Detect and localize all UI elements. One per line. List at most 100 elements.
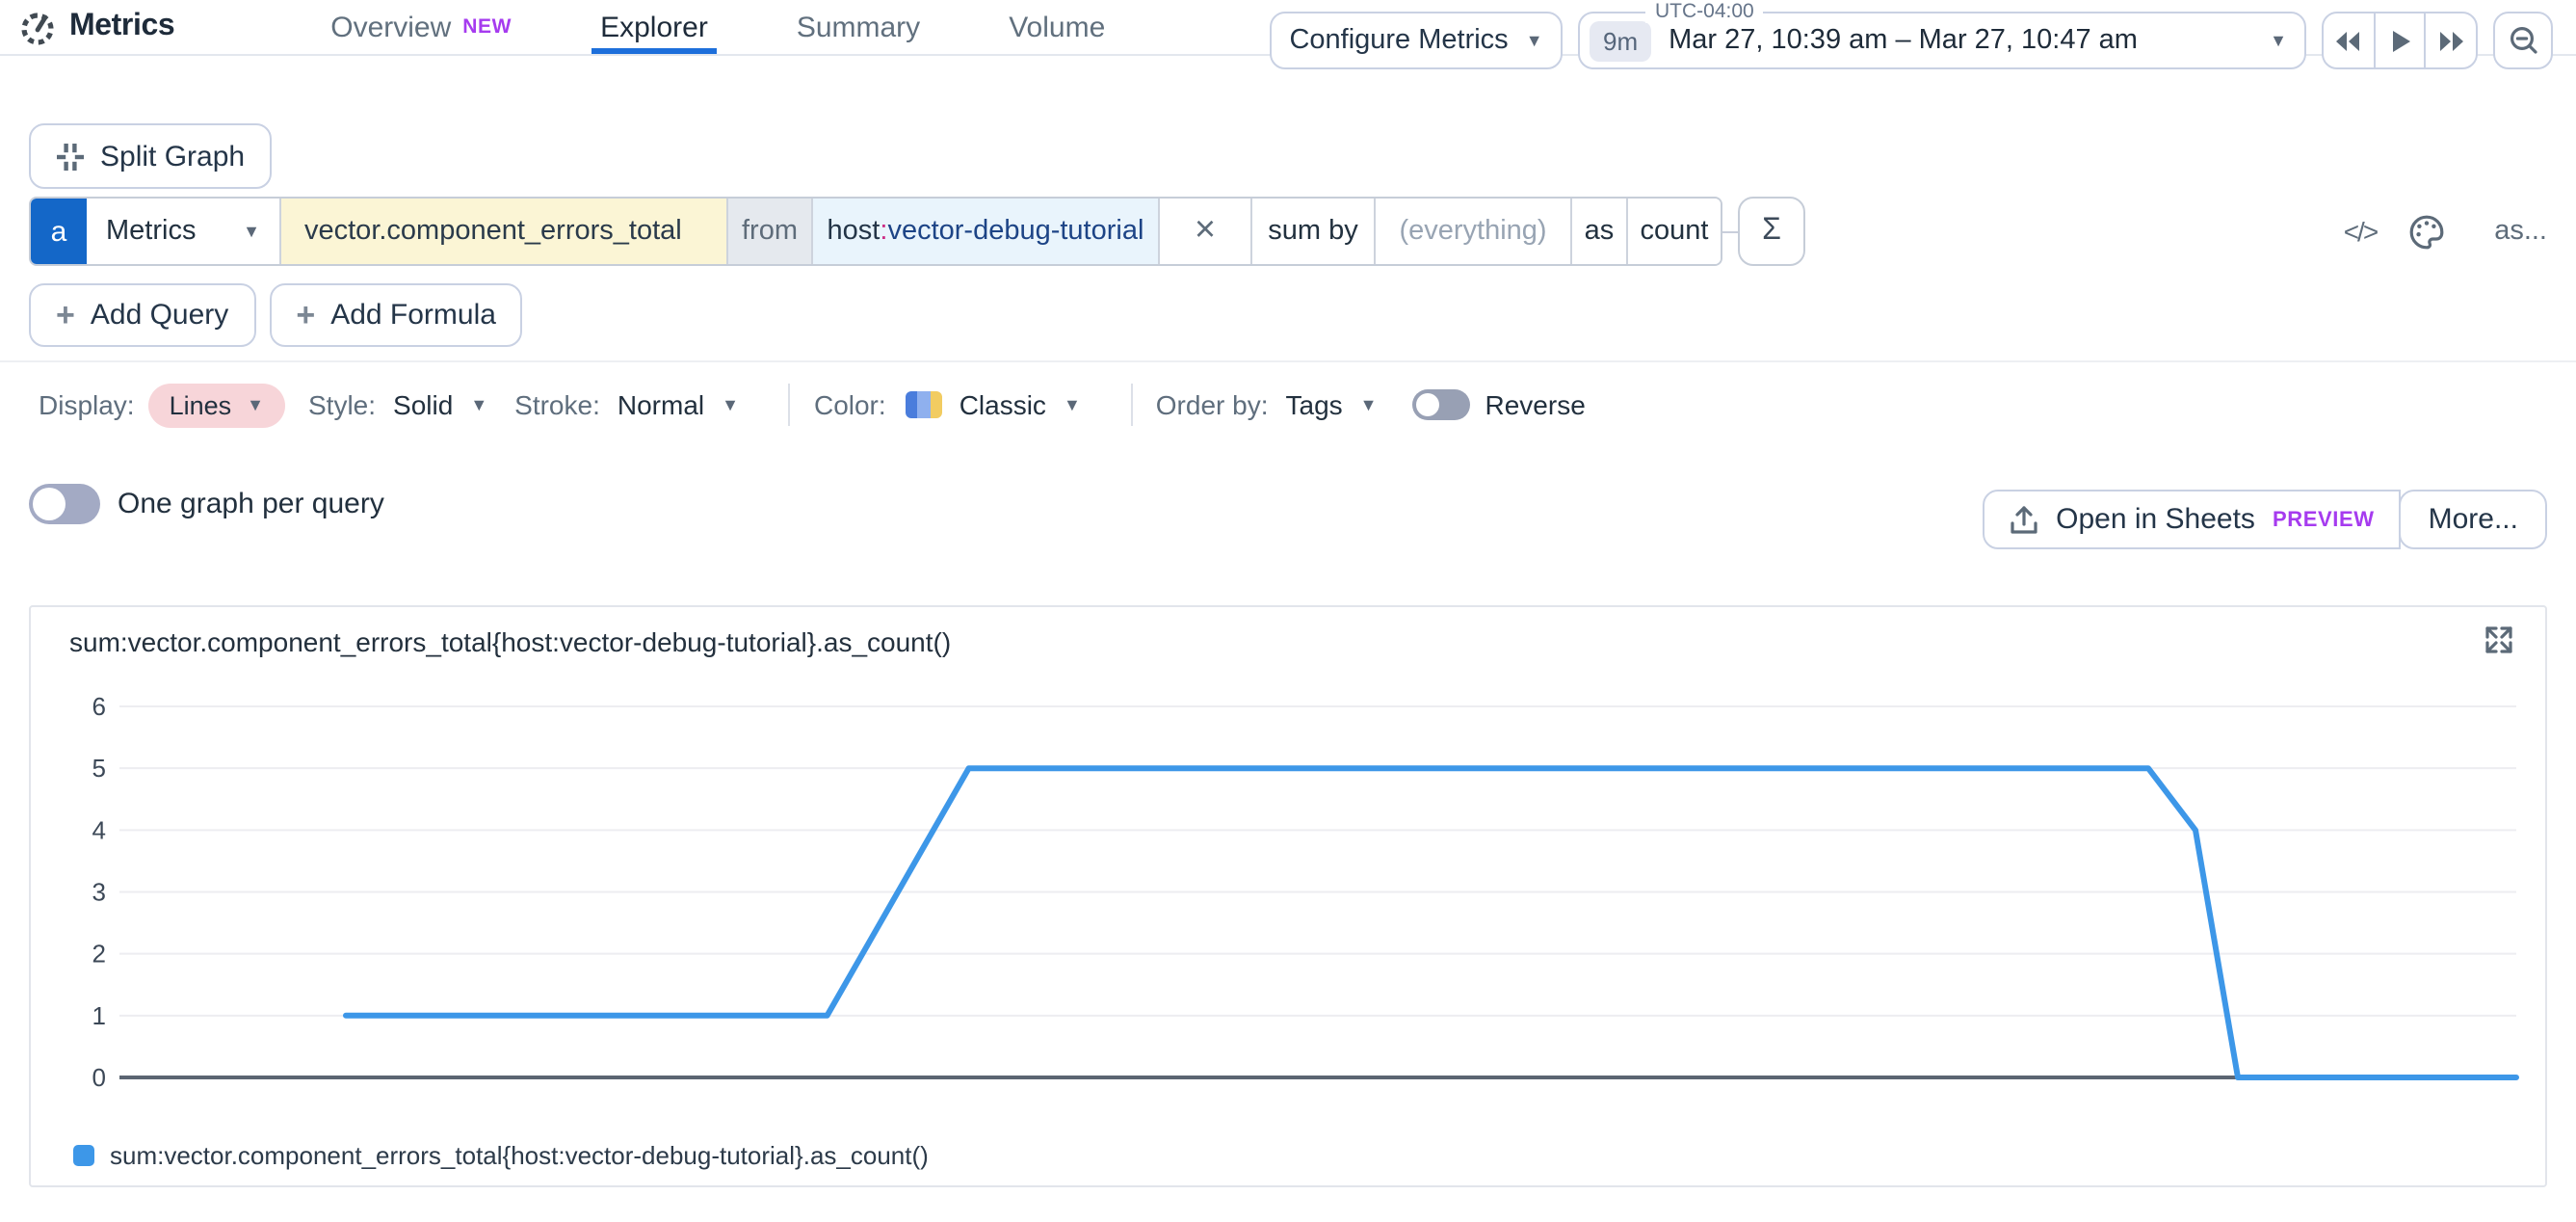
play-icon	[2388, 28, 2411, 53]
shift-forward-button[interactable]	[2427, 13, 2476, 67]
metric-name-input[interactable]: vector.component_errors_total	[281, 199, 728, 264]
time-shift-controls	[2322, 12, 2478, 69]
one-graph-row: One graph per query	[29, 484, 384, 524]
palette-swatch	[906, 391, 942, 418]
metrics-logo: Metrics	[19, 9, 174, 45]
query-connector	[1722, 230, 1738, 232]
chart-title: sum:vector.component_errors_total{host:v…	[69, 626, 951, 657]
chevron-down-icon: ▼	[1526, 32, 1543, 49]
section-divider	[0, 360, 2576, 362]
query-builder-row: a Metrics ▼ vector.component_errors_tota…	[29, 197, 1805, 266]
add-query-button[interactable]: + Add Query	[29, 283, 255, 347]
play-button[interactable]	[2375, 13, 2426, 67]
order-by-label: Order by:	[1156, 389, 1269, 420]
rewind-icon	[2334, 28, 2363, 53]
export-icon	[2010, 504, 2038, 535]
vertical-divider	[1131, 384, 1133, 426]
open-in-sheets-button[interactable]: Open in Sheets PREVIEW	[1983, 490, 2402, 549]
chart-plot-area: 012345610:4010:4110:4210:4310:4410:4510:…	[69, 684, 2559, 1131]
chevron-down-icon: ▼	[470, 396, 487, 413]
nav-tabs: Overview NEW Explorer Summary Volume	[286, 0, 1149, 54]
order-by-dropdown[interactable]: Tags ▼	[1286, 389, 1378, 420]
add-formula-button[interactable]: + Add Formula	[269, 283, 523, 347]
reverse-label: Reverse	[1485, 389, 1586, 420]
one-graph-label: One graph per query	[118, 488, 384, 520]
color-palette-dropdown[interactable]: Classic ▼	[959, 389, 1081, 420]
stroke-dropdown[interactable]: Normal ▼	[618, 389, 739, 420]
as-label: as	[1572, 199, 1628, 264]
plus-icon: +	[56, 299, 75, 332]
zoom-out-button[interactable]	[2493, 12, 2553, 69]
timezone-label: UTC-04:00	[1645, 0, 1764, 23]
tab-volume[interactable]: Volume	[964, 0, 1149, 54]
sheet-actions: Open in Sheets PREVIEW More...	[1983, 490, 2547, 549]
aggregation-button[interactable]: Σ	[1738, 197, 1805, 266]
vertical-divider	[789, 384, 791, 426]
display-label: Display:	[39, 389, 135, 420]
palette-icon[interactable]	[2407, 213, 2444, 250]
style-dropdown[interactable]: Solid ▼	[393, 389, 487, 420]
gauge-icon	[19, 9, 56, 45]
svg-text:1: 1	[92, 1001, 106, 1030]
query-letter-badge[interactable]: a	[31, 199, 87, 264]
filter-tag[interactable]: host:vector-debug-tutorial	[813, 199, 1160, 264]
sum-by-label: sum by	[1252, 199, 1376, 264]
more-button[interactable]: More...	[2400, 490, 2547, 549]
top-navigation-bar: Metrics Overview NEW Explorer Summary Vo…	[0, 0, 2576, 56]
split-graph-icon	[56, 142, 85, 171]
svg-text:0: 0	[92, 1063, 106, 1092]
chart-card: sum:vector.component_errors_total{host:v…	[29, 605, 2547, 1187]
tab-overview[interactable]: Overview NEW	[286, 0, 556, 54]
group-by-input[interactable]: (everything)	[1376, 199, 1572, 264]
query-strip: a Metrics ▼ vector.component_errors_tota…	[29, 197, 1722, 266]
svg-text:6: 6	[92, 692, 106, 721]
page-title: Metrics	[69, 10, 174, 44]
fast-forward-icon	[2436, 28, 2465, 53]
zoom-out-icon	[2508, 25, 2538, 56]
svg-text:2: 2	[92, 940, 106, 969]
metrics-explorer-page: Metrics Overview NEW Explorer Summary Vo…	[0, 0, 2576, 1222]
chevron-down-icon: ▼	[1360, 396, 1378, 413]
tab-summary[interactable]: Summary	[752, 0, 964, 54]
svg-text:4: 4	[92, 815, 106, 844]
display-options-row: Display: Lines ▼ Style: Solid ▼ Stroke: …	[39, 378, 1586, 432]
chevron-down-icon: ▼	[2270, 32, 2287, 49]
preview-badge: PREVIEW	[2273, 508, 2375, 531]
header-controls: Configure Metrics ▼ UTC-04:00 9m Mar 27,…	[1270, 12, 2553, 69]
color-label: Color:	[814, 389, 886, 420]
from-label: from	[728, 199, 813, 264]
shift-back-button[interactable]	[2324, 13, 2375, 67]
style-label: Style:	[308, 389, 376, 420]
chevron-down-icon: ▼	[247, 396, 264, 413]
duration-badge: 9m	[1590, 20, 1651, 61]
query-row-actions: </> as...	[2344, 197, 2547, 266]
legend-label: sum:vector.component_errors_total{host:v…	[110, 1141, 929, 1170]
as-more-control[interactable]: as...	[2494, 216, 2547, 247]
configure-metrics-button[interactable]: Configure Metrics ▼	[1270, 12, 1563, 69]
fullscreen-icon	[2484, 624, 2514, 655]
plus-icon: +	[296, 299, 315, 332]
data-source-dropdown[interactable]: Metrics ▼	[87, 199, 281, 264]
display-type-dropdown[interactable]: Lines ▼	[148, 383, 285, 427]
time-range-picker[interactable]: UTC-04:00 9m Mar 27, 10:39 am – Mar 27, …	[1578, 12, 2306, 69]
new-badge: NEW	[462, 15, 512, 39]
svg-text:3: 3	[92, 878, 106, 907]
remove-filter-button[interactable]: ×	[1160, 199, 1252, 264]
chevron-down-icon: ▼	[243, 223, 260, 240]
legend-item[interactable]: sum:vector.component_errors_total{host:v…	[73, 1141, 929, 1170]
stroke-label: Stroke:	[514, 389, 600, 420]
code-view-icon[interactable]: </>	[2344, 216, 2378, 247]
expand-chart-button[interactable]	[2484, 624, 2514, 665]
close-icon: ×	[1195, 210, 1216, 252]
time-range-value: Mar 27, 10:39 am – Mar 27, 10:47 am	[1669, 25, 2270, 56]
split-graph-button[interactable]: Split Graph	[29, 123, 272, 189]
chevron-down-icon: ▼	[722, 396, 739, 413]
tab-explorer[interactable]: Explorer	[556, 0, 752, 54]
chevron-down-icon: ▼	[1064, 396, 1081, 413]
one-graph-toggle[interactable]	[29, 484, 100, 524]
legend-swatch	[73, 1145, 94, 1166]
count-dropdown[interactable]: count	[1628, 199, 1721, 264]
add-buttons-row: + Add Query + Add Formula	[29, 283, 523, 347]
reverse-toggle[interactable]	[1412, 389, 1470, 420]
svg-text:5: 5	[92, 754, 106, 783]
